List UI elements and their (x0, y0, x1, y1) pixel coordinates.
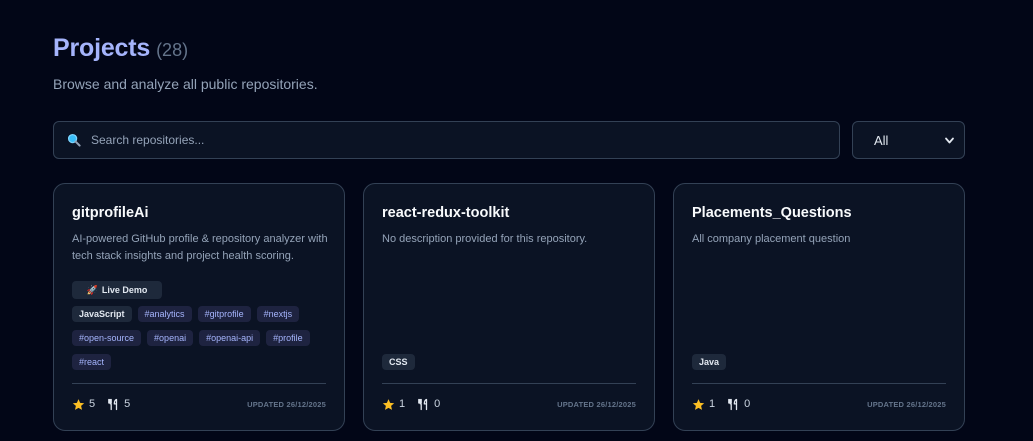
card-footer: 5 5 UPDATED 26/12/2025 (72, 397, 326, 411)
project-count: (28) (156, 40, 189, 60)
chevron-down-icon (944, 135, 955, 146)
language-filter-select[interactable]: All (852, 121, 965, 159)
card-footer: 1 0 UPDATED 26/12/2025 (382, 397, 636, 411)
topic-tag[interactable]: #gitprofile (197, 306, 251, 322)
project-description: All company placement question (692, 233, 851, 245)
fork-count: 0 (417, 398, 440, 411)
project-card[interactable]: gitprofileAi AI-powered GitHub profile &… (53, 183, 345, 431)
project-name[interactable]: Placements_Questions (692, 205, 852, 221)
topic-tag[interactable]: #open-source (72, 330, 142, 346)
updated-date: UPDATED 26/12/2025 (867, 399, 946, 409)
star-count: 1 (382, 398, 405, 411)
card-divider (692, 383, 946, 384)
fork-count: 0 (727, 398, 750, 411)
card-divider (72, 383, 326, 384)
rocket-icon: 🚀 (86, 284, 98, 295)
updated-date: UPDATED 26/12/2025 (557, 399, 636, 409)
page-subtitle: Browse and analyze all public repositori… (53, 76, 318, 92)
star-icon (72, 398, 85, 411)
card-footer: 1 0 UPDATED 26/12/2025 (692, 397, 946, 411)
project-name[interactable]: gitprofileAi (72, 205, 149, 221)
updated-date: UPDATED 26/12/2025 (247, 399, 326, 409)
live-demo-button[interactable]: 🚀 Live Demo (72, 281, 162, 299)
tag-list: JavaScript #analytics #gitprofile #nextj… (72, 306, 334, 370)
search-icon (67, 133, 81, 147)
star-count: 5 (72, 398, 95, 411)
star-icon (382, 398, 395, 411)
language-badge: JavaScript (72, 306, 132, 322)
fork-value: 5 (124, 398, 131, 410)
live-demo-label: Live Demo (101, 285, 148, 295)
project-description: No description provided for this reposit… (382, 233, 588, 245)
filter-selected-value: All (874, 132, 889, 148)
topic-tag[interactable]: #openai (147, 330, 194, 346)
fork-icon (727, 398, 740, 411)
language-badge: CSS (382, 354, 415, 370)
language-badge: Java (692, 354, 727, 370)
page-header: Projects (28) Browse and analyze all pub… (53, 34, 318, 92)
project-card[interactable]: Placements_Questions All company placeme… (673, 183, 965, 431)
tag-list: Java (692, 354, 954, 370)
search-placeholder: Search repositories... (91, 133, 205, 147)
star-value: 1 (399, 398, 406, 410)
topic-tag[interactable]: #nextjs (256, 306, 300, 322)
star-count: 1 (692, 398, 715, 411)
topic-tag[interactable]: #openai-api (199, 330, 261, 346)
topic-tag[interactable]: #analytics (137, 306, 192, 322)
fork-icon (417, 398, 430, 411)
card-divider (382, 383, 636, 384)
star-value: 1 (709, 398, 716, 410)
fork-count: 5 (107, 398, 130, 411)
star-icon (692, 398, 705, 411)
project-description: AI-powered GitHub profile & repository a… (72, 233, 328, 262)
project-name[interactable]: react-redux-toolkit (382, 205, 509, 221)
star-value: 5 (89, 398, 96, 410)
topic-tag[interactable]: #react (72, 354, 112, 370)
project-card[interactable]: react-redux-toolkit No description provi… (363, 183, 655, 431)
search-input[interactable]: Search repositories... (53, 121, 840, 159)
topic-tag[interactable]: #profile (266, 330, 310, 346)
fork-value: 0 (744, 398, 751, 410)
projects-page: Projects (28) Browse and analyze all pub… (0, 0, 1033, 441)
fork-value: 0 (434, 398, 441, 410)
fork-icon (107, 398, 120, 411)
page-title: Projects (53, 34, 151, 62)
tag-list: CSS (382, 354, 644, 370)
